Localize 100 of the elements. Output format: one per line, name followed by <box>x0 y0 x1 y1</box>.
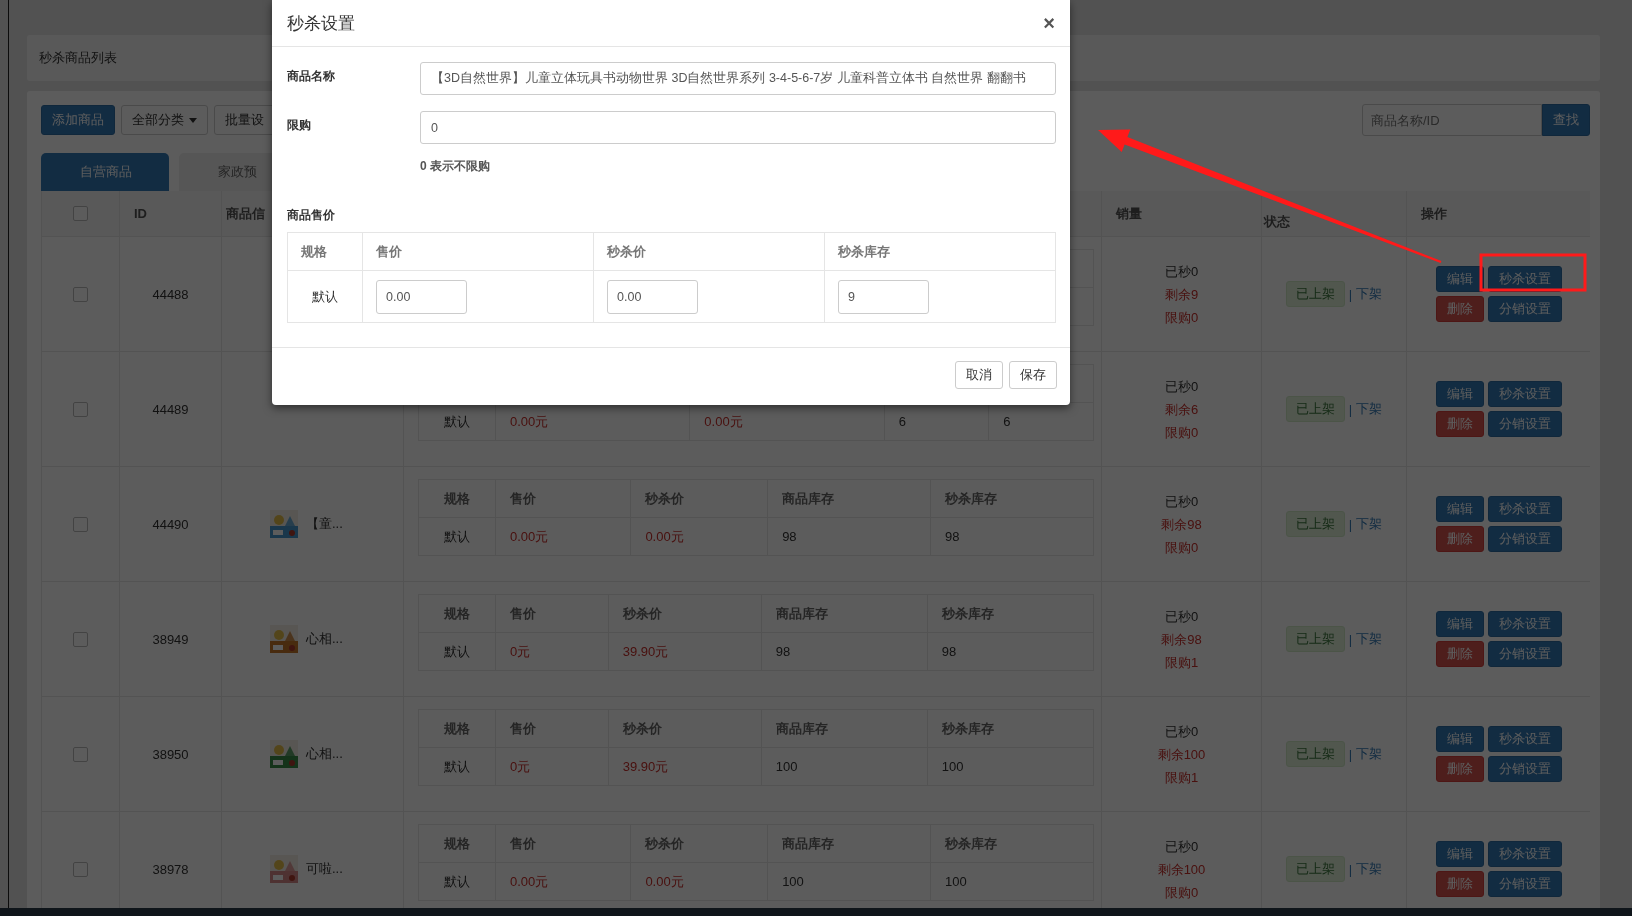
table-cell: 默认 <box>444 643 470 659</box>
table-cell: 98 <box>782 529 797 544</box>
purchase-limit: 限购0 <box>1164 423 1199 441</box>
section-label: 商品售价 <box>287 207 336 224</box>
dialog-button[interactable]: 保存 <box>1009 361 1057 389</box>
column-header: 操作 <box>1421 204 1447 223</box>
checkbox[interactable] <box>73 746 88 762</box>
separator: | <box>1348 286 1353 302</box>
column-header: ID <box>134 206 147 221</box>
table-cell: 默认 <box>444 873 470 889</box>
action-button[interactable]: 秒杀设置 <box>1488 266 1562 292</box>
table-cell: 默认 <box>312 288 338 304</box>
tab[interactable]: 自营商品 <box>41 153 169 191</box>
input-field[interactable]: 0.00 <box>376 279 467 314</box>
action-button[interactable]: 秒杀设置 <box>1488 496 1562 522</box>
unlist-link[interactable]: 下架 <box>1356 860 1383 878</box>
action-button[interactable]: 秒杀设置 <box>1488 841 1562 867</box>
action-button[interactable]: 编辑 <box>1436 611 1484 637</box>
table-cell: 默认 <box>444 528 470 544</box>
help-text: 0 表示不限购 <box>420 158 491 175</box>
action-button[interactable]: 分销设置 <box>1488 296 1562 322</box>
action-button[interactable]: 编辑 <box>1436 496 1484 522</box>
sold-count: 已秒0 <box>1164 607 1199 625</box>
action-button[interactable]: 分销设置 <box>1488 871 1562 897</box>
input-field[interactable]: 0.00 <box>607 279 698 314</box>
sold-count: 已秒0 <box>1164 722 1199 740</box>
close-button[interactable]: × <box>1043 13 1055 33</box>
action-button[interactable]: 编辑 <box>1436 726 1484 752</box>
table-cell: 0元 <box>510 758 531 774</box>
remaining-count: 剩余6 <box>1164 400 1199 418</box>
table-cell: 0.00元 <box>510 413 549 429</box>
field-label: 限购 <box>287 117 312 134</box>
search-button[interactable]: 查找 <box>1542 104 1590 136</box>
table-cell: 38978 <box>152 861 189 877</box>
column-header: 秒杀库存 <box>838 243 890 259</box>
table-cell: 39.90元 <box>622 643 669 659</box>
action-button[interactable]: 分销设置 <box>1488 756 1562 782</box>
table-cell: 38950 <box>152 746 189 762</box>
table-cell: 39.90元 <box>622 758 669 774</box>
checkbox[interactable] <box>73 206 88 221</box>
separator: | <box>1348 631 1353 647</box>
product-name: 心相... <box>306 745 343 763</box>
sold-count: 已秒0 <box>1164 837 1199 855</box>
checkbox[interactable] <box>73 861 88 877</box>
action-button[interactable]: 编辑 <box>1436 381 1484 407</box>
table-cell: 100 <box>775 759 798 774</box>
add-product-button[interactable]: 添加商品 <box>41 105 115 135</box>
remaining-count: 剩余100 <box>1157 745 1206 763</box>
action-button[interactable]: 秒杀设置 <box>1488 611 1562 637</box>
unlist-link[interactable]: 下架 <box>1356 400 1383 418</box>
table-cell: 0.00元 <box>510 873 549 889</box>
input-field[interactable]: 【3D自然世界】儿童立体玩具书动物世界 3D自然世界系列 3-4-5-6-7岁 儿童科普立体书 自然世界 翻翻书 <box>420 62 1056 95</box>
column-header: 销量 <box>1116 204 1142 223</box>
unlist-link[interactable]: 下架 <box>1356 745 1383 763</box>
purchase-limit: 限购0 <box>1164 883 1199 901</box>
batch-settings-button[interactable]: 批量设 <box>214 105 275 135</box>
action-button[interactable]: 分销设置 <box>1488 641 1562 667</box>
action-button[interactable]: 秒杀设置 <box>1488 726 1562 752</box>
column-header: 秒杀价 <box>607 243 646 259</box>
product-name: 可啦... <box>306 860 343 878</box>
table-cell: 44490 <box>152 516 189 532</box>
remaining-count: 剩余9 <box>1164 285 1199 303</box>
table-cell: 100 <box>782 874 804 889</box>
table-cell: 0.00元 <box>645 873 684 889</box>
separator: | <box>1348 516 1353 532</box>
category-dropdown[interactable]: 全部分类 <box>121 105 208 135</box>
action-button[interactable]: 分销设置 <box>1488 411 1562 437</box>
table-cell: 6 <box>898 414 906 429</box>
action-button[interactable]: 编辑 <box>1436 266 1484 292</box>
action-button[interactable]: 秒杀设置 <box>1488 381 1562 407</box>
sold-count: 已秒0 <box>1164 377 1199 395</box>
checkbox[interactable] <box>73 401 88 417</box>
dialog-button[interactable]: 取消 <box>955 361 1003 389</box>
caret-icon <box>189 117 197 123</box>
action-button[interactable]: 编辑 <box>1436 841 1484 867</box>
field-label: 商品名称 <box>287 68 336 85</box>
input-field[interactable]: 9 <box>838 279 929 314</box>
product-name: 心相... <box>306 630 343 648</box>
table-cell: 98 <box>941 644 957 659</box>
remaining-count: 剩余100 <box>1157 860 1206 878</box>
table-cell: 0.00元 <box>510 528 549 544</box>
separator: | <box>1348 861 1353 877</box>
remaining-count: 剩余98 <box>1161 630 1202 648</box>
checkbox[interactable] <box>73 286 88 302</box>
table-cell: 6 <box>1003 414 1011 429</box>
dialog-title: 秒杀设置 <box>287 12 355 35</box>
sold-count: 已秒0 <box>1164 492 1199 510</box>
table-cell: 默认 <box>444 758 470 774</box>
unlist-link[interactable]: 下架 <box>1356 630 1383 648</box>
checkbox[interactable] <box>73 631 88 647</box>
unlist-link[interactable]: 下架 <box>1356 515 1383 533</box>
action-button[interactable]: 分销设置 <box>1488 526 1562 552</box>
unlist-link[interactable]: 下架 <box>1356 285 1383 303</box>
table-cell: 98 <box>775 644 791 659</box>
table-cell: 98 <box>945 529 960 544</box>
table-cell: 0.00元 <box>645 528 684 544</box>
purchase-limit: 限购1 <box>1164 653 1199 671</box>
input-field[interactable]: 0 <box>420 111 1056 144</box>
table-cell: 44488 <box>152 286 189 302</box>
checkbox[interactable] <box>73 516 88 532</box>
